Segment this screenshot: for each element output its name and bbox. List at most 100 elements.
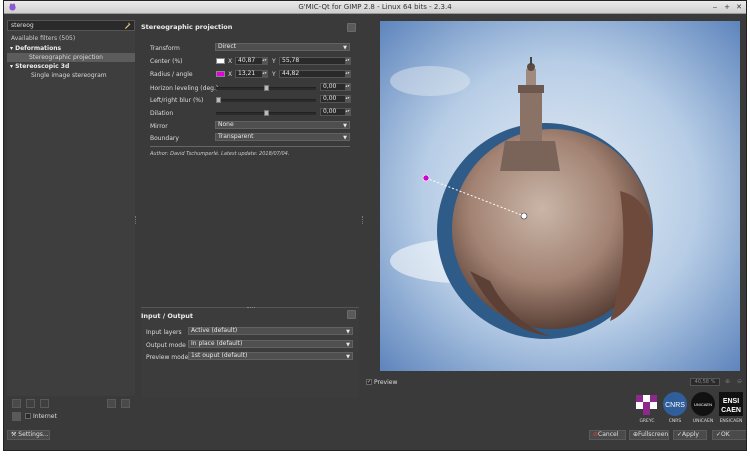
filter-tree: ▾ Deformations Stereographic projection … <box>7 44 135 80</box>
slider-knob[interactable] <box>216 97 221 103</box>
add-fave-button[interactable] <box>12 399 21 408</box>
little-planet-image <box>380 21 740 371</box>
reset-params-icon[interactable] <box>347 23 356 32</box>
cancel-button[interactable]: ⊘Cancel <box>589 430 626 440</box>
radius-x-input[interactable]: 13,21 ▴▾ <box>235 70 268 78</box>
ensicaen-caption: ENSICAEN <box>719 419 743 424</box>
refresh-filters-icon[interactable] <box>12 412 21 421</box>
selective-view-button[interactable] <box>107 399 116 408</box>
center-y-label: Y <box>272 58 276 65</box>
preview-mode-label: Preview mode <box>146 354 189 361</box>
mirror-select[interactable]: None ▼ <box>215 121 350 129</box>
center-x-value: 40,87 <box>238 57 256 64</box>
transform-select[interactable]: Direct ▼ <box>215 43 350 51</box>
dilation-input[interactable]: 0,00 ▴▾ <box>320 108 351 116</box>
input-layers-select[interactable]: Active (default) ▼ <box>188 327 353 335</box>
preview-mode-select[interactable]: 1st ouput (default) ▼ <box>188 352 353 360</box>
unicaen-logo-text: UNICAEN <box>694 402 712 407</box>
available-filters-label: Available filters (505) <box>11 35 76 42</box>
spin-arrows-icon[interactable]: ▴▾ <box>262 58 267 64</box>
reset-io-icon[interactable] <box>347 310 356 319</box>
radius-y-value: 44,82 <box>282 70 300 77</box>
filter-search-input[interactable]: stereog <box>7 20 135 31</box>
mirror-label: Mirror <box>150 123 168 130</box>
tree-item-stereographic-projection[interactable]: Stereographic projection <box>7 53 135 62</box>
center-x-input[interactable]: 40,87 ▴▾ <box>235 57 268 65</box>
dilation-value: 0,00 <box>323 108 337 115</box>
horizon-label: Horizon leveling (deg.) <box>150 85 219 92</box>
output-mode-label: Output mode <box>146 342 186 349</box>
slider-knob[interactable] <box>264 110 269 116</box>
zoom-in-icon[interactable]: ⊕ <box>725 378 730 385</box>
filter-title: Stereographic projection <box>141 23 233 31</box>
app-window: G'MIC-Qt for GIMP 2.8 - Linux 64 bits - … <box>3 0 747 451</box>
ok-label: OK <box>721 431 730 438</box>
ensicaen-logo: ENSI CAEN <box>719 392 743 416</box>
spin-arrows-icon[interactable]: ▴▾ <box>345 84 350 90</box>
svg-text:CAEN: CAEN <box>721 407 741 414</box>
tree-item-single-image-stereogram[interactable]: Single image stereogram <box>7 71 135 80</box>
internet-label: Internet <box>33 413 57 420</box>
window-title: G'MIC-Qt for GIMP 2.8 - Linux 64 bits - … <box>298 3 452 11</box>
rename-fave-button[interactable] <box>40 399 49 408</box>
fullscreen-button[interactable]: ⊕Fullscreen <box>629 430 669 440</box>
boundary-select[interactable]: Transparent ▼ <box>215 133 350 141</box>
preview-checkbox[interactable]: ✓ <box>366 379 372 385</box>
blur-input[interactable]: 0,00 ▴▾ <box>320 95 351 103</box>
spin-arrows-icon[interactable]: ▴▾ <box>345 58 350 64</box>
transform-label: Transform <box>150 45 180 52</box>
blur-slider[interactable] <box>216 97 316 103</box>
unicaen-caption: UNICAEN <box>692 419 714 424</box>
remove-fave-button[interactable] <box>26 399 35 408</box>
internet-checkbox[interactable] <box>25 413 31 419</box>
zoom-out-icon[interactable]: ⊖ <box>737 378 742 385</box>
settings-label: Settings... <box>18 431 49 438</box>
ok-button[interactable]: ✓OK <box>712 430 746 440</box>
splitter-handle[interactable] <box>362 216 365 224</box>
blur-label: Left/right blur (%) <box>150 97 204 104</box>
clear-search-icon[interactable] <box>124 22 131 29</box>
horizon-slider[interactable] <box>216 85 316 91</box>
preview-canvas[interactable] <box>380 21 740 371</box>
output-mode-value: In place (default) <box>191 340 243 347</box>
spin-arrows-icon[interactable]: ▴▾ <box>345 96 350 102</box>
greyc-caption: GREYC <box>639 419 655 424</box>
settings-button[interactable]: ⚒ Settings... <box>7 430 50 440</box>
tree-category-deformations[interactable]: ▾ Deformations <box>7 44 135 53</box>
minimize-icon[interactable]: ‒ <box>710 2 720 12</box>
dropdown-arrow-icon: ▼ <box>346 342 350 348</box>
center-color-swatch[interactable] <box>216 58 225 64</box>
dropdown-arrow-icon: ▼ <box>346 329 350 335</box>
filter-panel: stereog Available filters (505) ▾ Deform… <box>7 20 135 396</box>
author-note: Author: David Tschumperlé. Latest update… <box>150 151 290 157</box>
zoom-field[interactable]: 40,58 % <box>690 378 720 386</box>
apply-button[interactable]: ✓Apply <box>673 430 707 440</box>
spin-arrows-icon[interactable]: ▴▾ <box>345 71 350 77</box>
cnrs-caption: CNRS <box>668 419 682 424</box>
radius-y-input[interactable]: 44,82 ▴▾ <box>279 70 351 78</box>
tree-category-stereoscopic-3d[interactable]: ▾ Stereoscopic 3d <box>7 62 135 71</box>
spin-arrows-icon[interactable]: ▴▾ <box>262 71 267 77</box>
splitter-handle[interactable] <box>135 216 138 224</box>
maximize-icon[interactable]: + <box>722 2 732 12</box>
radius-color-swatch[interactable] <box>216 71 225 77</box>
center-y-input[interactable]: 55,78 ▴▾ <box>279 57 351 65</box>
title-bar: G'MIC-Qt for GIMP 2.8 - Linux 64 bits - … <box>4 1 746 14</box>
fullscreen-label: Fullscreen <box>638 431 669 438</box>
spin-arrows-icon[interactable]: ▴▾ <box>345 109 350 115</box>
unicaen-logo: UNICAEN <box>691 392 715 416</box>
dilation-slider[interactable] <box>216 110 316 116</box>
expand-collapse-button[interactable] <box>121 399 130 408</box>
close-icon[interactable]: ✕ <box>734 2 744 12</box>
dilation-label: Dilation <box>150 110 174 117</box>
output-mode-select[interactable]: In place (default) ▼ <box>188 340 353 348</box>
dropdown-arrow-icon: ▼ <box>343 123 347 129</box>
preview-mode-value: 1st ouput (default) <box>191 352 248 359</box>
slider-knob[interactable] <box>264 85 269 91</box>
splitter-handle[interactable] <box>247 307 255 308</box>
horizon-value: 0,00 <box>323 83 337 90</box>
greyc-logo <box>636 395 657 415</box>
horizon-input[interactable]: 0,00 ▴▾ <box>320 83 351 91</box>
cancel-label: Cancel <box>598 431 619 438</box>
center-x-label: X <box>228 58 233 65</box>
